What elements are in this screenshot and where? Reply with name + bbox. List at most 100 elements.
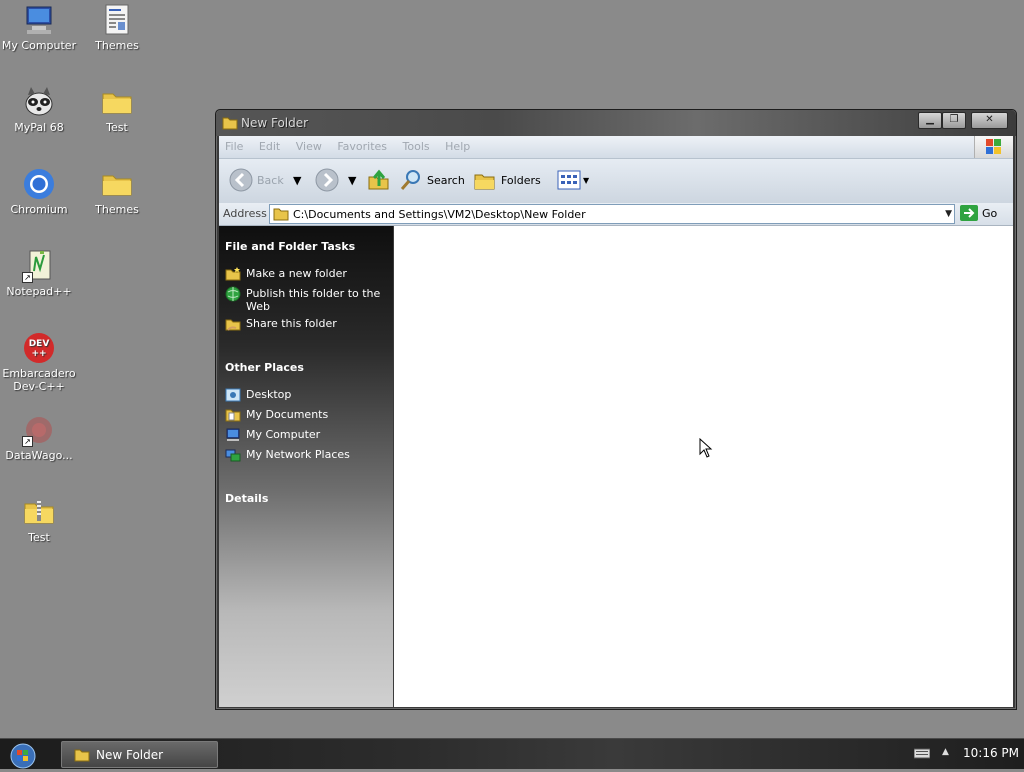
shortcut-arrow-icon: ↗: [22, 436, 33, 447]
mouse-cursor-icon: [699, 438, 713, 458]
forward-dropdown[interactable]: ▼: [348, 167, 356, 193]
network-icon: [225, 449, 241, 462]
forward-arrow-icon: [315, 168, 339, 192]
computer-icon: [226, 428, 240, 441]
desktop-icon-my-computer[interactable]: My Computer: [0, 3, 78, 52]
desktop-icon-label: MyPal 68: [14, 121, 64, 134]
address-input[interactable]: C:\Documents and Settings\VM2\Desktop\Ne…: [269, 204, 955, 224]
menu-file[interactable]: File: [219, 136, 249, 153]
start-button[interactable]: [8, 741, 38, 769]
notepad-icon: ↗: [22, 249, 56, 283]
back-button[interactable]: Back: [229, 167, 284, 193]
forward-button[interactable]: [315, 167, 339, 193]
desktop-icon-label: Themes: [95, 203, 139, 216]
folders-icon: [474, 174, 495, 190]
place-my-computer[interactable]: My Computer: [225, 428, 385, 443]
globe-icon: [225, 286, 241, 302]
desktop-icon-devcpp[interactable]: DEV ++ Embarcadero Dev-C++: [0, 331, 78, 393]
task-publish-web[interactable]: Publish this folder to the Web: [225, 286, 385, 313]
desktop-icon: [225, 388, 241, 402]
minimize-button[interactable]: ▁: [918, 112, 942, 129]
address-label: Address: [223, 207, 267, 220]
menu-tools[interactable]: Tools: [397, 136, 436, 153]
file-folder-tasks-header[interactable]: File and Folder Tasks: [225, 240, 355, 253]
toolbar: Back ▼ ▼ Search Folders ▼: [219, 159, 1013, 204]
desktop-icon-label: Test: [28, 531, 50, 544]
zip-folder-icon: [22, 495, 56, 529]
task-make-new-folder[interactable]: Make a new folder: [225, 267, 385, 282]
place-my-network-places[interactable]: My Network Places: [225, 448, 385, 463]
close-icon: ✕: [985, 114, 994, 125]
maximize-button[interactable]: ❐: [942, 112, 966, 129]
task-share-folder[interactable]: Share this folder: [225, 317, 385, 332]
devcpp-icon: DEV ++: [22, 331, 56, 365]
new-folder-icon: [225, 267, 241, 281]
desktop-icon-themes-folder[interactable]: Themes: [78, 167, 156, 216]
chromium-icon: [22, 167, 56, 201]
share-folder-icon: [225, 319, 241, 331]
views-grid-icon: [557, 170, 581, 190]
taskbar-window-new-folder[interactable]: New Folder: [61, 741, 218, 768]
desktop-icon-test-zip[interactable]: Test: [0, 495, 78, 544]
address-bar: Address C:\Documents and Settings\VM2\De…: [219, 203, 1013, 226]
desktop-icon-label: Themes: [95, 39, 139, 52]
up-folder-button[interactable]: [367, 167, 391, 193]
folder-icon: [74, 749, 90, 761]
go-button[interactable]: Go: [960, 205, 997, 221]
taskbar: New Folder ▲ 10:16 PM: [0, 738, 1024, 769]
windows-flag-icon: [986, 139, 1001, 154]
svg-text:DEV: DEV: [29, 339, 50, 349]
place-my-documents[interactable]: My Documents: [225, 408, 385, 423]
folders-button[interactable]: Folders: [473, 167, 541, 193]
search-button[interactable]: Search: [399, 167, 465, 193]
close-button[interactable]: ✕: [971, 112, 1008, 129]
desktop-icon-label: Notepad++: [6, 285, 72, 298]
chevron-down-icon: ▼: [583, 175, 590, 185]
desktop-icon-datawagon[interactable]: ↗ DataWago...: [0, 413, 78, 462]
desktop-icon-label: Test: [106, 121, 128, 134]
computer-icon: [22, 3, 56, 37]
chevron-down-icon: ▼: [293, 173, 302, 187]
folder-content-area[interactable]: [394, 226, 1013, 707]
details-header[interactable]: Details: [225, 492, 268, 505]
desktop-icon-themes-document[interactable]: Themes: [78, 3, 156, 52]
clock[interactable]: 10:16 PM: [963, 746, 1019, 760]
desktop-icon-label: Chromium: [10, 203, 68, 216]
shortcut-arrow-icon: ↗: [22, 272, 33, 283]
desktop-icon-label: My Computer: [1, 39, 77, 52]
maximize-icon: ❐: [949, 114, 959, 125]
back-dropdown[interactable]: ▼: [293, 167, 301, 193]
desktop-icon-chromium[interactable]: Chromium: [0, 167, 78, 216]
menu-view[interactable]: View: [290, 136, 328, 153]
raccoon-icon: [22, 85, 56, 119]
views-button[interactable]: ▼: [557, 167, 589, 193]
start-orb-icon: [10, 743, 36, 769]
desktop-icon-label: DataWago...: [5, 449, 73, 462]
place-desktop[interactable]: Desktop: [225, 388, 385, 403]
title-bar[interactable]: New Folder ▁ ❐ ✕: [216, 110, 1016, 136]
desktop-icon-mypal[interactable]: MyPal 68: [0, 85, 78, 134]
windows-logo: [974, 136, 1013, 158]
menu-bar: File Edit View Favorites Tools Help: [219, 136, 1013, 159]
window-title: New Folder: [241, 116, 309, 130]
desktop-icon-test-folder[interactable]: Test: [78, 85, 156, 134]
up-folder-icon: [368, 169, 389, 190]
desktop-icon-label: Embarcadero Dev-C++: [2, 367, 76, 393]
desktop-icon-notepad-plus-plus[interactable]: ↗ Notepad++: [0, 249, 78, 298]
search-icon: [400, 170, 420, 190]
keyboard-icon[interactable]: [914, 747, 930, 759]
other-places-header[interactable]: Other Places: [225, 361, 304, 374]
menu-favorites[interactable]: Favorites: [331, 136, 393, 153]
menu-edit[interactable]: Edit: [253, 136, 286, 153]
go-arrow-icon: [960, 205, 978, 221]
folder-icon: [273, 208, 289, 221]
document-icon: [100, 3, 134, 37]
folder-icon: [100, 167, 134, 201]
folder-icon: [100, 85, 134, 119]
minimize-icon: ▁: [926, 114, 934, 125]
datawagon-icon: ↗: [22, 413, 56, 447]
tray-expand-icon[interactable]: ▲: [942, 747, 949, 757]
menu-help[interactable]: Help: [439, 136, 476, 153]
address-path: C:\Documents and Settings\VM2\Desktop\Ne…: [293, 207, 586, 221]
address-dropdown-icon[interactable]: ▼: [945, 209, 952, 219]
